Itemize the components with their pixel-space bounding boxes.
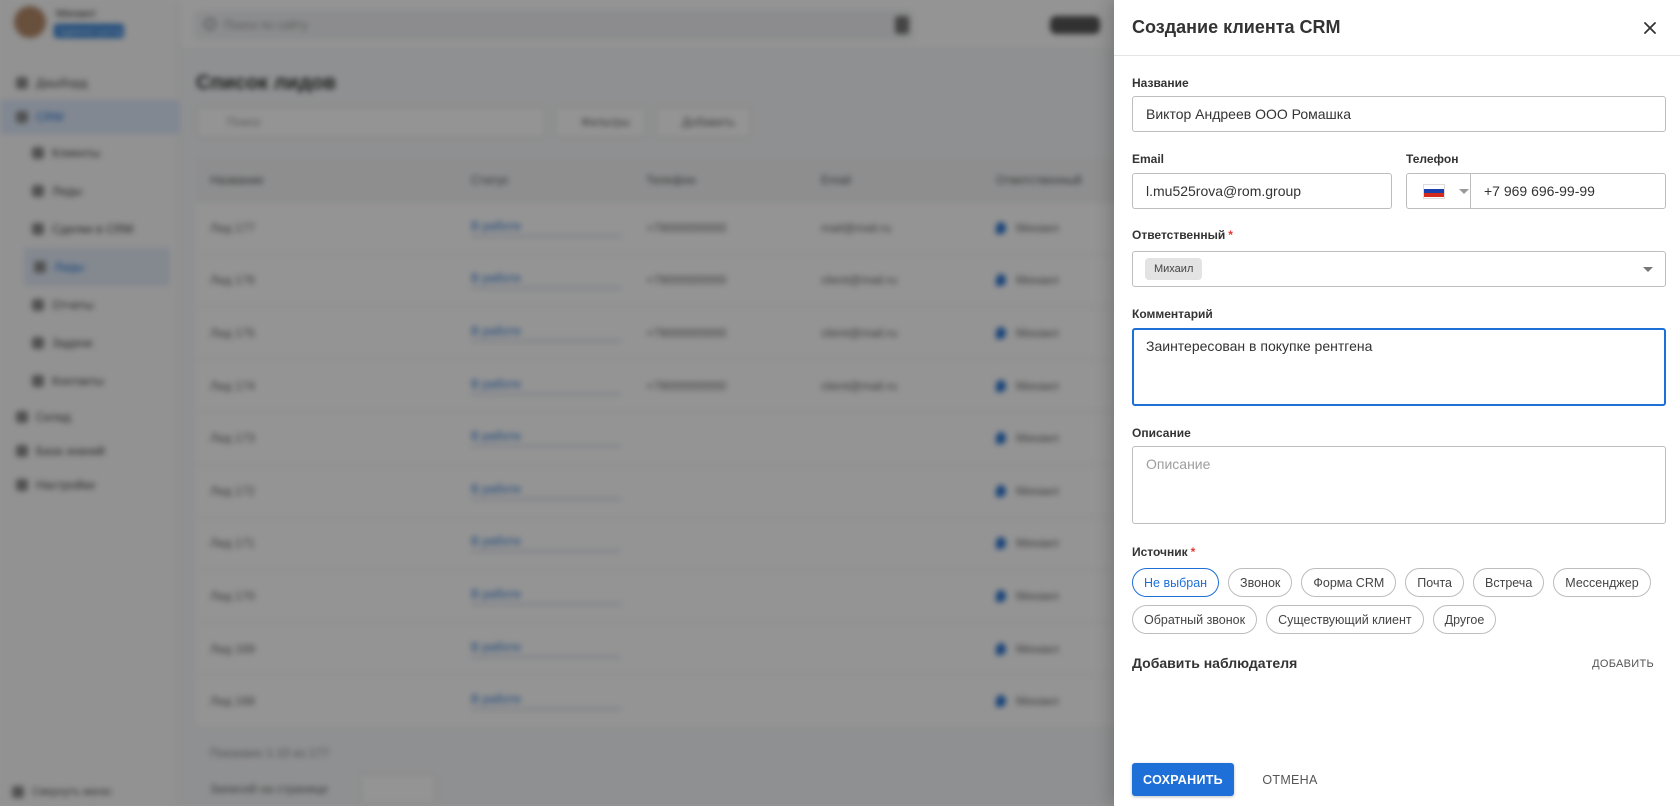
phone-input[interactable] xyxy=(1471,174,1665,208)
ru-flag-icon xyxy=(1423,183,1445,199)
comment-label: Комментарий xyxy=(1132,307,1213,321)
description-textarea[interactable] xyxy=(1132,446,1666,524)
description-label: Описание xyxy=(1132,426,1191,440)
observer-title: Добавить наблюдателя xyxy=(1132,655,1298,671)
name-input[interactable] xyxy=(1132,96,1666,132)
source-option[interactable]: Встреча xyxy=(1473,568,1545,597)
source-option[interactable]: Существующий клиент xyxy=(1266,605,1424,634)
close-button[interactable] xyxy=(1638,16,1662,40)
source-option[interactable]: Другое xyxy=(1432,605,1497,634)
responsible-chip[interactable]: Михаил xyxy=(1145,258,1203,280)
source-options: Не выбран Звонок Форма CRM Почта Встреча Месс… xyxy=(1132,568,1672,634)
source-option[interactable]: Звонок xyxy=(1228,568,1293,597)
phone-field xyxy=(1406,173,1666,209)
phone-label: Телефон xyxy=(1406,152,1459,166)
source-option[interactable]: Мессенджер xyxy=(1553,568,1651,597)
source-option[interactable]: Почта xyxy=(1405,568,1464,597)
close-icon xyxy=(1644,22,1656,34)
source-label: Источник * xyxy=(1132,545,1195,559)
required-mark: * xyxy=(1190,545,1196,559)
email-input[interactable] xyxy=(1132,173,1392,209)
comment-textarea[interactable]: Заинтересован в покупке рентгена xyxy=(1132,328,1666,406)
responsible-label-text: Ответственный xyxy=(1132,228,1226,242)
cancel-button[interactable]: ОТМЕНА xyxy=(1250,763,1330,796)
source-label-text: Источник xyxy=(1132,545,1188,559)
source-option[interactable]: Форма CRM xyxy=(1301,568,1397,597)
name-label: Название xyxy=(1132,76,1189,90)
save-button[interactable]: СОХРАНИТЬ xyxy=(1132,763,1234,796)
source-option[interactable]: Обратный звонок xyxy=(1132,605,1258,634)
responsible-select[interactable]: Михаил xyxy=(1132,251,1666,287)
responsible-label: Ответственный * xyxy=(1132,228,1233,242)
country-select[interactable] xyxy=(1407,174,1471,208)
email-label: Email xyxy=(1132,152,1165,166)
add-observer-button[interactable]: ДОБАВИТЬ xyxy=(1592,658,1654,670)
drawer-title: Создание клиента CRM xyxy=(1132,17,1341,37)
chevron-down-icon xyxy=(1643,267,1653,272)
required-mark: * xyxy=(1228,228,1233,242)
source-option[interactable]: Не выбран xyxy=(1132,568,1220,597)
chevron-down-icon xyxy=(1459,188,1469,194)
drawer-header: Создание клиента CRM xyxy=(1114,0,1680,56)
create-client-drawer: Создание клиента CRM Название Email Теле… xyxy=(1114,0,1680,806)
